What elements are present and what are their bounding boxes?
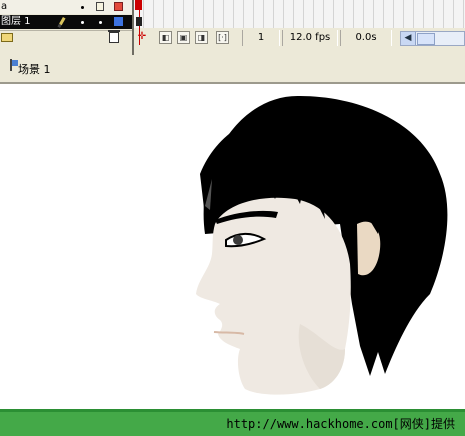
scroll-left-icon[interactable]: ◀ (401, 32, 416, 45)
edit-multiple-frames-icon[interactable]: ◨ (195, 31, 208, 44)
current-frame-field: 1 (242, 30, 280, 46)
pencil-icon (57, 16, 66, 29)
eye-iris (233, 235, 243, 245)
layer-name: a (1, 1, 8, 12)
scene-bar: 场景 1 (0, 55, 465, 84)
onion-skin-icon[interactable]: ◧ (159, 31, 172, 44)
layer-list: a 图层 1 (0, 0, 134, 55)
trash-icon[interactable] (108, 30, 120, 43)
layer-row-a[interactable]: a (0, 0, 132, 14)
visibility-dot-icon[interactable] (81, 6, 84, 9)
frame-grid[interactable] (134, 0, 465, 28)
profile-head-illustration (196, 95, 448, 395)
outline-color-icon[interactable] (114, 17, 123, 26)
outline-color-icon[interactable] (114, 2, 123, 11)
layer-row-layer1[interactable]: 图层 1 (0, 15, 132, 29)
watermark-text: http://www.hackhome.com[网侠]提供 (226, 417, 455, 431)
center-frame-icon[interactable]: ✛ (136, 31, 148, 44)
elapsed-time-field: 0.0s (340, 30, 392, 46)
onion-skin-outlines-icon[interactable]: ▣ (177, 31, 190, 44)
timeline-scrollbar[interactable]: ◀ (400, 31, 465, 46)
folder-icon[interactable] (1, 33, 13, 42)
visibility-dot-icon[interactable] (81, 21, 84, 24)
layer-tools (0, 30, 132, 45)
keyframe-marker[interactable] (136, 17, 142, 26)
timeline-panel: a 图层 1 ✛ ◧ ▣ ◨ [·] 1 12.0 fps 0.0s ◀ (0, 0, 465, 56)
modify-onion-markers-icon[interactable]: [·] (216, 31, 229, 44)
playhead-icon[interactable] (135, 0, 142, 10)
scene-label[interactable]: 场景 1 (18, 61, 51, 77)
lock-dot-icon[interactable] (99, 21, 102, 24)
scroll-thumb[interactable] (417, 33, 435, 45)
lock-icon[interactable] (96, 2, 104, 11)
layer-name: 图层 1 (1, 16, 31, 27)
frame-rate-field[interactable]: 12.0 fps (282, 30, 338, 46)
footer-bar: http://www.hackhome.com[网侠]提供 (0, 409, 465, 436)
stage-canvas[interactable] (0, 84, 465, 409)
